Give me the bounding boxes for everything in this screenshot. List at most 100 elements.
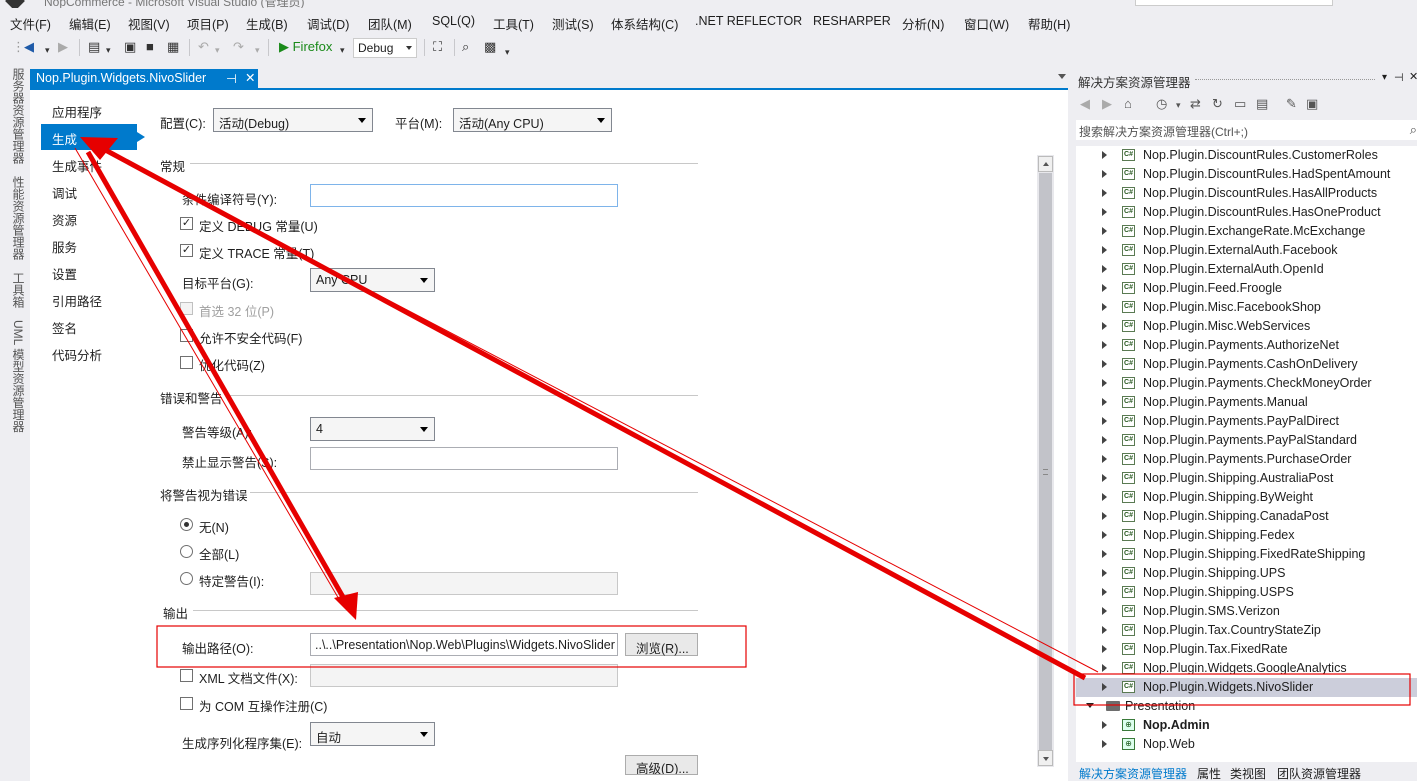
class-view-icon[interactable]: ▩ — [484, 40, 496, 54]
menu-edit[interactable]: 编辑(E) — [69, 14, 111, 33]
toolbar-options-icon[interactable]: ▾ — [505, 45, 510, 59]
expand-icon[interactable] — [1102, 398, 1107, 406]
menu-test[interactable]: 测试(S) — [552, 14, 594, 33]
pending-dropdown-icon[interactable]: ▾ — [1176, 100, 1181, 111]
expand-icon[interactable] — [1102, 474, 1107, 482]
tree-item[interactable]: C# Nop.Plugin.Payments.PayPalDirect — [1076, 412, 1417, 431]
tree-item[interactable]: C# Nop.Plugin.DiscountRules.CustomerRoles — [1076, 146, 1417, 165]
expand-icon[interactable] — [1102, 246, 1107, 254]
tree-item-selected[interactable]: C# Nop.Plugin.Widgets.NivoSlider — [1076, 678, 1417, 697]
expand-icon[interactable] — [1102, 151, 1107, 159]
warning-level-select[interactable]: 4 — [310, 417, 435, 441]
expand-icon[interactable] — [1102, 664, 1107, 672]
expand-icon[interactable] — [1102, 531, 1107, 539]
close-icon[interactable]: ✕ — [245, 70, 255, 85]
expand-icon[interactable] — [1102, 512, 1107, 520]
undo-icon[interactable]: ↶ — [198, 40, 209, 54]
expand-icon[interactable] — [1102, 284, 1107, 292]
allow-unsafe-checkbox[interactable] — [180, 329, 193, 342]
tree-item[interactable]: C# Nop.Plugin.ExternalAuth.OpenId — [1076, 260, 1417, 279]
menu-help[interactable]: 帮助(H) — [1028, 14, 1070, 33]
xml-doc-checkbox[interactable] — [180, 669, 193, 682]
suppress-warnings-input[interactable] — [310, 447, 618, 470]
tree-item[interactable]: C# Nop.Plugin.DiscountRules.HadSpentAmoun… — [1076, 165, 1417, 184]
tree-item[interactable]: C# Nop.Plugin.Shipping.UPS — [1076, 564, 1417, 583]
nav-services[interactable]: 服务 — [52, 237, 77, 256]
back-icon[interactable]: ◀ — [24, 40, 34, 54]
close-icon[interactable]: ✕ — [1409, 70, 1417, 83]
treat-all-radio[interactable] — [180, 545, 193, 558]
nav-signing[interactable]: 签名 — [52, 318, 77, 337]
expand-icon[interactable] — [1102, 626, 1107, 634]
home-icon[interactable]: ⌂ — [1124, 96, 1132, 111]
menu-sql[interactable]: SQL(Q) — [432, 14, 475, 28]
expand-icon[interactable] — [1102, 265, 1107, 273]
expand-icon[interactable] — [1102, 360, 1107, 368]
back-dropdown-icon[interactable]: ▾ — [45, 43, 50, 57]
tree-item[interactable]: C# Nop.Plugin.Payments.PayPalStandard — [1076, 431, 1417, 450]
tree-item[interactable]: C# Nop.Plugin.Shipping.USPS — [1076, 583, 1417, 602]
solution-search-input[interactable]: 搜索解决方案资源管理器(Ctrl+;) ⌕ — [1076, 120, 1417, 140]
tree-item[interactable]: C# Nop.Plugin.ExchangeRate.McExchange — [1076, 222, 1417, 241]
sync-icon[interactable]: ⇄ — [1190, 96, 1201, 112]
tab-team-explorer[interactable]: 团队资源管理器 — [1277, 765, 1361, 781]
back-icon[interactable]: ◀ — [1080, 96, 1090, 112]
menu-file[interactable]: 文件(F) — [10, 14, 51, 33]
tree-item[interactable]: C# Nop.Plugin.Misc.WebServices — [1076, 317, 1417, 336]
menu-team[interactable]: 团队(M) — [368, 14, 412, 33]
tree-item[interactable]: C# Nop.Plugin.Shipping.AustraliaPost — [1076, 469, 1417, 488]
define-trace-checkbox[interactable]: ✓ — [180, 244, 193, 257]
tree-item[interactable]: C# Nop.Plugin.Shipping.CanadaPost — [1076, 507, 1417, 526]
redo-icon[interactable]: ↷ — [233, 40, 244, 54]
nav-build-events[interactable]: 生成事件 — [52, 156, 102, 175]
expand-icon[interactable] — [1102, 550, 1107, 558]
save-all-icon[interactable]: ▦ — [167, 40, 179, 54]
panel-dropdown-icon[interactable]: ▾ — [1382, 72, 1387, 83]
tree-item[interactable]: C# Nop.Plugin.Misc.FacebookShop — [1076, 298, 1417, 317]
menu-view[interactable]: 视图(V) — [128, 14, 170, 33]
expand-icon[interactable] — [1102, 208, 1107, 216]
expand-icon[interactable] — [1102, 436, 1107, 444]
server-explorer-tab[interactable]: 服务器资源管理器 — [10, 68, 27, 164]
tree-item[interactable]: C# Nop.Plugin.Tax.CountryStateZip — [1076, 621, 1417, 640]
collapse-icon[interactable] — [1086, 703, 1094, 708]
expand-icon[interactable] — [1102, 341, 1107, 349]
scroll-down-icon[interactable] — [1038, 750, 1053, 766]
show-all-files-icon[interactable]: ▤ — [1256, 96, 1268, 112]
treat-none-radio[interactable] — [180, 518, 193, 531]
redo-dropdown-icon[interactable]: ▾ — [255, 43, 260, 57]
expand-icon[interactable] — [1102, 569, 1107, 577]
properties-scrollbar[interactable] — [1037, 155, 1054, 767]
expand-icon[interactable] — [1102, 227, 1107, 235]
menu-window[interactable]: 窗口(W) — [964, 14, 1009, 33]
expand-icon[interactable] — [1102, 588, 1107, 596]
pin-icon[interactable]: ⊣ — [1394, 71, 1404, 84]
expand-icon[interactable] — [1102, 721, 1107, 729]
menu-build[interactable]: 生成(B) — [246, 14, 288, 33]
define-debug-checkbox[interactable]: ✓ — [180, 217, 193, 230]
xml-doc-input[interactable] — [310, 664, 618, 687]
tree-item[interactable]: C# Nop.Plugin.ExternalAuth.Facebook — [1076, 241, 1417, 260]
browse-button[interactable]: 浏览(R)... — [625, 633, 698, 656]
browser-dropdown-icon[interactable]: ▾ — [340, 43, 345, 57]
expand-icon[interactable] — [1102, 379, 1107, 387]
tree-item[interactable]: C# Nop.Plugin.Shipping.Fedex — [1076, 526, 1417, 545]
tree-folder[interactable]: Presentation — [1076, 697, 1417, 716]
expand-icon[interactable] — [1102, 189, 1107, 197]
menu-tools[interactable]: 工具(T) — [493, 14, 534, 33]
collapse-all-icon[interactable]: ▭ — [1234, 96, 1246, 112]
refresh-icon[interactable]: ↻ — [1212, 96, 1223, 112]
advanced-button[interactable]: 高级(D)... — [625, 755, 698, 775]
document-list-dropdown-icon[interactable] — [1058, 74, 1066, 79]
attach-process-icon[interactable]: ⛶ — [433, 40, 442, 54]
nav-settings[interactable]: 设置 — [52, 264, 77, 283]
serialization-select[interactable]: 自动 — [310, 722, 435, 746]
expand-icon[interactable] — [1102, 455, 1107, 463]
prefer-32bit-checkbox[interactable] — [180, 302, 193, 315]
expand-icon[interactable] — [1102, 303, 1107, 311]
com-interop-checkbox[interactable] — [180, 697, 193, 710]
nav-resources[interactable]: 资源 — [52, 210, 77, 229]
tree-item[interactable]: C# Nop.Plugin.Payments.CashOnDelivery — [1076, 355, 1417, 374]
uml-explorer-tab[interactable]: UML 模型资源管理器 — [10, 320, 27, 432]
tab-properties[interactable]: 属性 — [1197, 765, 1221, 781]
